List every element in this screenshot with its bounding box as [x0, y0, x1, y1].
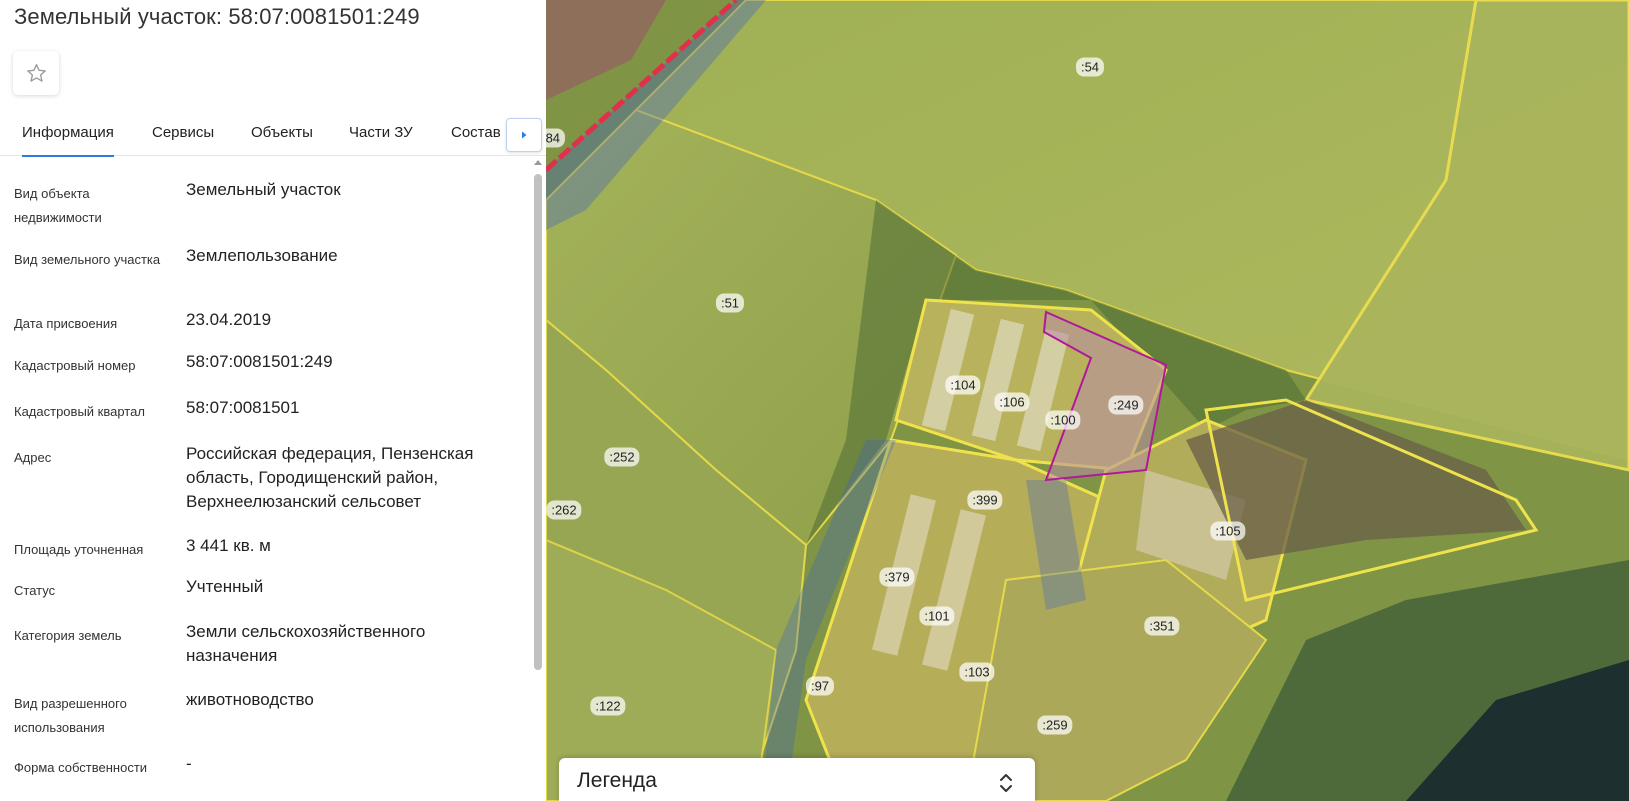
info-label: Вид земельного участка — [14, 252, 161, 267]
info-label: Вид объекта недвижимости — [14, 186, 102, 225]
caret-right-icon — [522, 131, 527, 139]
parcel-label[interactable]: :106 — [994, 392, 1030, 412]
tab-parts[interactable]: Части ЗУ — [349, 116, 413, 156]
parcel-label[interactable]: :97 — [805, 676, 835, 696]
satellite-map — [546, 0, 1629, 801]
info-label: Дата присвоения — [14, 316, 118, 331]
tabs-scroll-right-button[interactable] — [506, 118, 542, 152]
parcel-label[interactable]: :105 — [1210, 521, 1246, 541]
parcel-label[interactable]: :54 — [1075, 57, 1105, 77]
info-value: Земельный участок — [186, 180, 341, 199]
parcel-label[interactable]: :379 — [879, 567, 915, 587]
info-list: Вид объекта недвижимости Земельный участ… — [0, 158, 532, 801]
parcel-label[interactable]: :84 — [546, 128, 566, 148]
parcel-label[interactable]: :262 — [546, 500, 582, 520]
info-label: Кадастровый номер — [14, 358, 136, 373]
scroll-up-arrow-icon[interactable] — [534, 160, 542, 165]
parcel-label[interactable]: :351 — [1144, 616, 1180, 636]
info-scrollbar[interactable] — [533, 160, 543, 801]
tab-services[interactable]: Сервисы — [152, 116, 214, 156]
tab-objects[interactable]: Объекты — [251, 116, 313, 156]
star-outline-icon — [26, 63, 46, 82]
info-panel: Земельный участок: 58:07:0081501:249 Инф… — [0, 0, 546, 801]
info-label: Адрес — [14, 450, 52, 465]
info-label: Кадастровый квартал — [14, 404, 145, 419]
parcel-label[interactable]: :252 — [604, 447, 640, 467]
chevron-up-down-icon[interactable] — [996, 770, 1016, 796]
info-value: Землепользование — [186, 246, 338, 265]
parcel-label[interactable]: :104 — [945, 375, 981, 395]
info-value: 3 441 кв. м — [186, 536, 271, 555]
info-value: 58:07:0081501 — [186, 398, 300, 417]
info-value: Российская федерация, Пензенская область… — [186, 444, 474, 511]
legend-panel[interactable]: Легенда — [559, 758, 1035, 801]
tab-composition[interactable]: Состав — [451, 116, 501, 156]
page-title: Земельный участок: 58:07:0081501:249 — [14, 4, 420, 29]
map-view[interactable]: :54 :84 :51 :104 :106 :100 :249 :252 :26… — [546, 0, 1629, 801]
parcel-label[interactable]: :103 — [959, 662, 995, 682]
info-value: 23.04.2019 — [186, 310, 272, 329]
info-value: 58:07:0081501:249 — [186, 352, 333, 371]
info-value: Учтенный — [186, 577, 264, 596]
info-value: Земли сельскохозяйственного назначения — [186, 622, 426, 665]
legend-title: Легенда — [577, 769, 657, 792]
info-label: Форма собственности — [14, 760, 148, 775]
scrollbar-thumb[interactable] — [534, 174, 542, 670]
info-label: Вид разрешенного использования — [14, 696, 127, 735]
tab-bar: Информация Сервисы Объекты Части ЗУ Сост… — [0, 116, 546, 157]
favorite-button[interactable] — [13, 51, 59, 95]
parcel-label[interactable]: :259 — [1037, 715, 1073, 735]
info-label: Статус — [14, 583, 56, 598]
parcel-label[interactable]: :101 — [919, 606, 955, 626]
parcel-label[interactable]: :122 — [590, 696, 626, 716]
info-label: Категория земель — [14, 628, 122, 643]
info-value: животноводство — [186, 690, 314, 709]
parcel-label[interactable]: :399 — [967, 490, 1003, 510]
tab-information[interactable]: Информация — [22, 116, 114, 157]
info-label: Площадь уточненная — [14, 542, 144, 557]
parcel-label[interactable]: :249 — [1108, 395, 1144, 415]
parcel-label[interactable]: :51 — [715, 293, 745, 313]
info-value: - — [186, 754, 192, 773]
parcel-label[interactable]: :100 — [1045, 410, 1081, 430]
